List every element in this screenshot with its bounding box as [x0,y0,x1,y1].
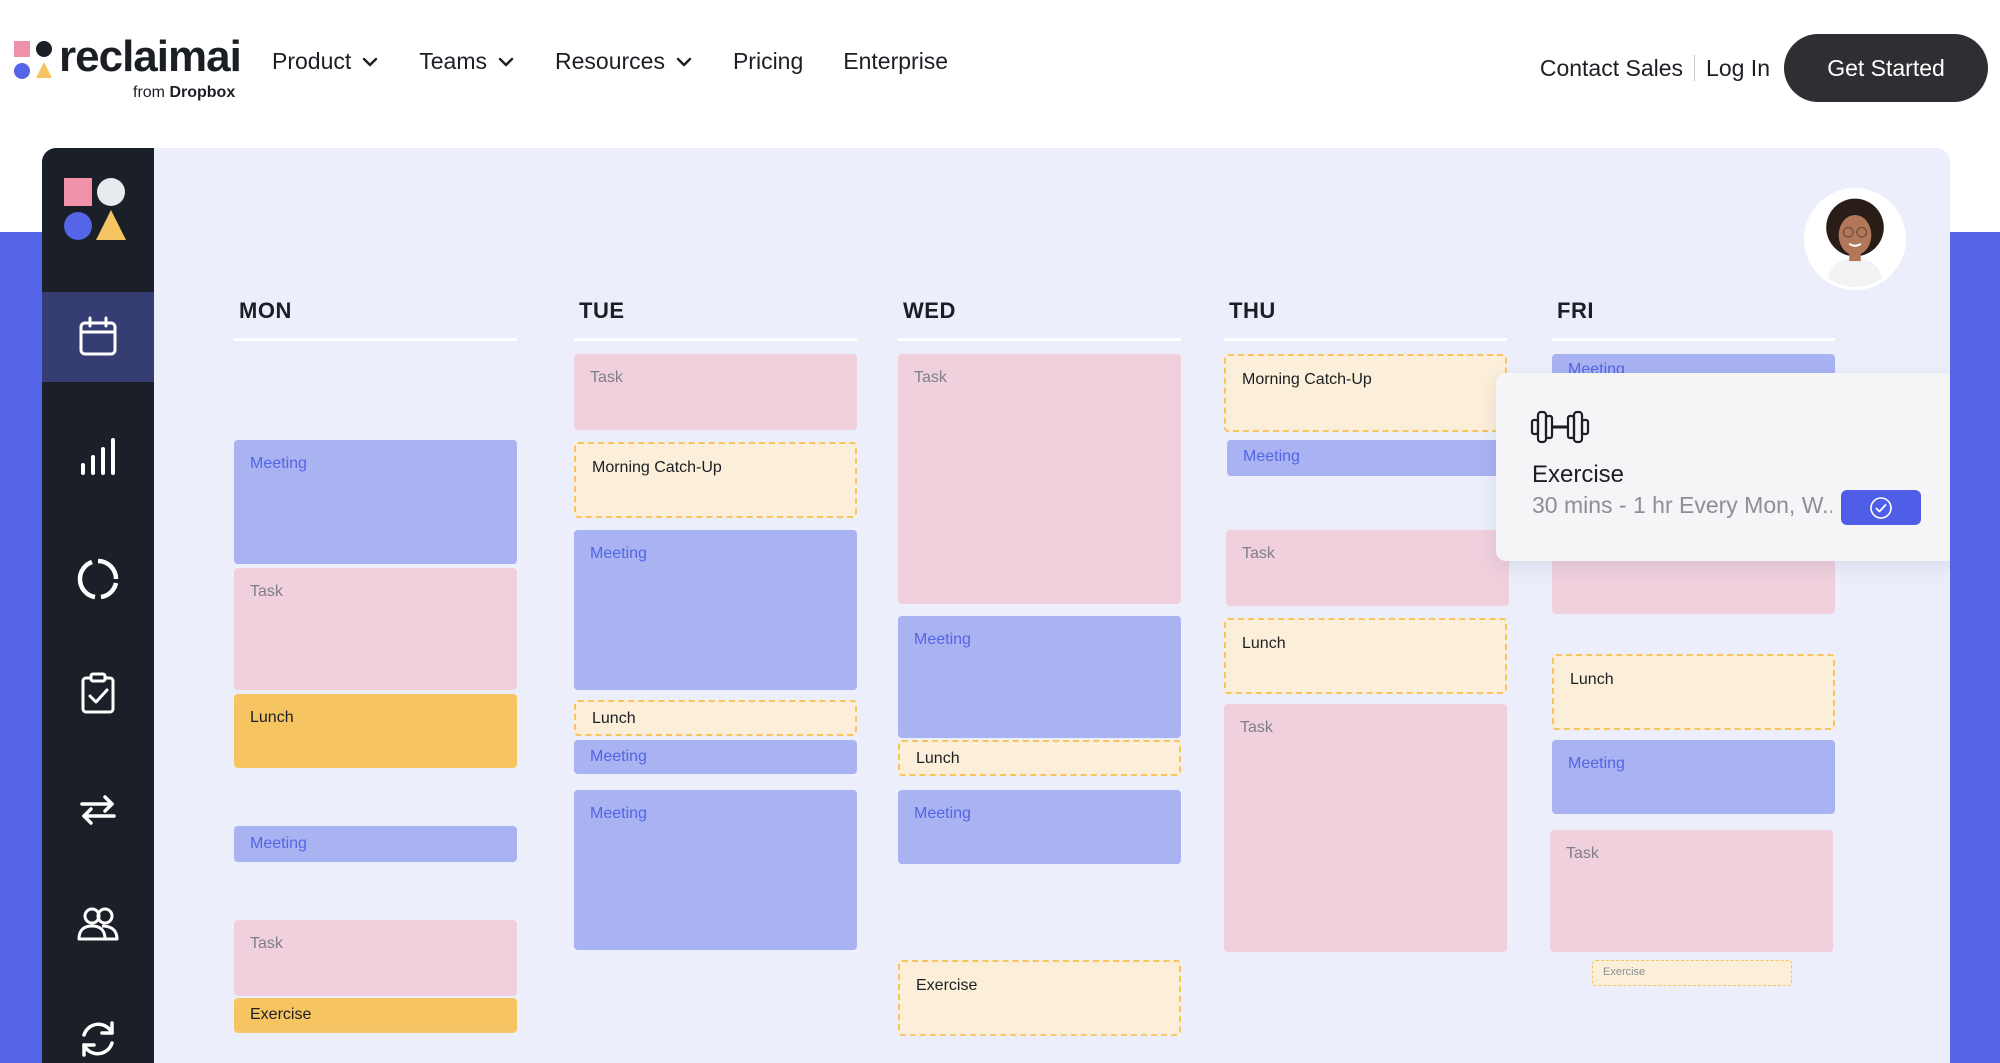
popup-schedule: 30 mins - 1 hr Every Mon, W... [1532,492,1832,518]
calendar-event-morning-catch-up[interactable]: Morning Catch-Up [1224,354,1507,432]
contact-sales-link[interactable]: Contact Sales [1540,55,1683,82]
calendar-event-meeting[interactable]: Meeting [234,440,517,564]
check-circle-icon [1870,496,1892,519]
nav-resources-label: Resources [555,48,665,74]
sidebar-item-team[interactable] [42,878,154,968]
sidebar-item-progress[interactable] [42,534,154,624]
day-divider [898,338,1181,341]
calendar-event-morning-catch-up[interactable]: Morning Catch-Up [574,442,857,518]
user-avatar[interactable] [1804,188,1906,290]
calendar-event-lunch[interactable]: Lunch [1552,654,1835,730]
nav-enterprise-label: Enterprise [843,48,949,74]
calendar-event-task[interactable]: Task [234,920,517,996]
log-in-link[interactable]: Log In [1706,55,1770,82]
site-header: reclaimai from Dropbox Product Teams Res… [0,0,2000,135]
nav-resources[interactable]: Resources [555,48,693,75]
nav-product[interactable]: Product [272,48,379,75]
sidebar-item-sync[interactable] [42,764,154,854]
brand-sub: from Dropbox [133,84,235,102]
main-nav: Product Teams Resources Pricing Enterpri… [272,48,988,75]
calendar-event-exercise[interactable]: Exercise [898,960,1181,1036]
nav-teams-label: Teams [419,48,488,74]
event-detail-popup[interactable]: Exercise 30 mins - 1 hr Every Mon, W... [1496,373,1950,561]
calendar-event-meeting[interactable]: Meeting [1227,440,1510,476]
popup-title: Exercise [1532,461,1625,488]
calendar-event-meeting[interactable]: Meeting [898,616,1181,738]
day-divider [574,338,857,341]
calendar-event-lunch[interactable]: Lunch [574,700,857,736]
calendar-event-meeting[interactable]: Meeting [1552,740,1835,814]
calendar-event-meeting[interactable]: Meeting [898,790,1181,864]
calendar-event-lunch[interactable]: Lunch [234,694,517,768]
calendar-event-meeting[interactable]: Meeting [574,790,857,950]
reclaim-logo[interactable]: reclaimai from Dropbox [13,32,253,108]
nav-pricing[interactable]: Pricing [733,48,803,75]
dumbbell-icon [1530,410,1590,444]
nav-divider [1694,55,1696,81]
day-label: MON [239,298,292,323]
app-preview: MON Meeting Task Lunch Meeting Task Exer… [42,148,1950,1063]
reclaim-app-logo-icon [64,178,126,240]
calendar-icon [79,316,117,356]
clipboard-check-icon [81,672,115,714]
people-icon [77,907,119,941]
chevron-down-icon [498,57,514,66]
ring-progress-icon [77,558,119,600]
day-column-wed: WED Task Meeting Lunch Meeting Exercise [898,298,1181,1036]
sidebar-item-calendar[interactable] [42,292,154,382]
app-sidebar [42,148,154,1063]
calendar-event-task[interactable]: Task [1226,530,1509,606]
calendar-event-meeting[interactable]: Meeting [574,740,857,774]
nav-teams[interactable]: Teams [419,48,515,75]
calendar-event-meeting[interactable]: Meeting [574,530,857,690]
nav-pricing-label: Pricing [732,48,804,74]
brand-name: reclaimai [59,32,242,81]
day-divider [1224,338,1507,341]
calendar-event-lunch[interactable]: Lunch [1224,618,1507,694]
day-divider [234,338,517,341]
sidebar-item-refresh[interactable] [42,994,154,1063]
day-label: FRI [1557,298,1594,323]
bar-chart-icon [81,438,115,475]
week-calendar: MON Meeting Task Lunch Meeting Task Exer… [154,148,1950,1063]
calendar-event-task[interactable]: Task [574,354,857,430]
refresh-icon [82,1021,114,1057]
day-column-mon: MON Meeting Task Lunch Meeting Task Exer… [234,298,517,1033]
calendar-event-task[interactable]: Task [1550,830,1833,952]
day-label: TUE [579,298,625,323]
sidebar-item-tasks[interactable] [42,648,154,738]
day-column-thu: THU Morning Catch-Up Meeting Task Lunch … [1224,298,1510,952]
popup-confirm-button[interactable] [1841,490,1921,525]
avatar-portrait-icon [1807,191,1903,287]
nav-actions: Contact Sales Log In Get Started [1540,34,1988,102]
calendar-event-exercise[interactable]: Exercise [234,998,517,1033]
brand-sub-brand: Dropbox [169,84,236,101]
nav-enterprise[interactable]: Enterprise [843,48,948,75]
nav-product-label: Product [272,48,352,74]
calendar-event-task[interactable]: Task [898,354,1181,604]
day-label: THU [1229,298,1276,323]
chevron-down-icon [676,57,692,66]
day-column-fri: FRI Meeting Lunch Meeting Task Exercise [1550,298,1835,986]
reclaim-logo-mark-icon [14,41,52,79]
get-started-button[interactable]: Get Started [1784,34,1988,102]
day-column-tue: TUE Task Morning Catch-Up Meeting Lunch … [574,298,857,950]
sync-arrows-icon [80,795,116,825]
chevron-down-icon [363,57,378,66]
sidebar-item-stats[interactable] [42,412,154,502]
brand-sub-prefix: from [133,84,165,101]
calendar-event-task[interactable]: Task [1224,704,1507,952]
day-label: WED [903,298,956,323]
get-started-label: Get Started [1827,54,1945,81]
calendar-event-task[interactable]: Task [234,568,517,690]
calendar-event-meeting[interactable]: Meeting [234,826,517,862]
calendar-event-lunch[interactable]: Lunch [898,740,1181,776]
calendar-event-exercise[interactable]: Exercise [1592,960,1792,986]
day-divider [1552,338,1835,341]
